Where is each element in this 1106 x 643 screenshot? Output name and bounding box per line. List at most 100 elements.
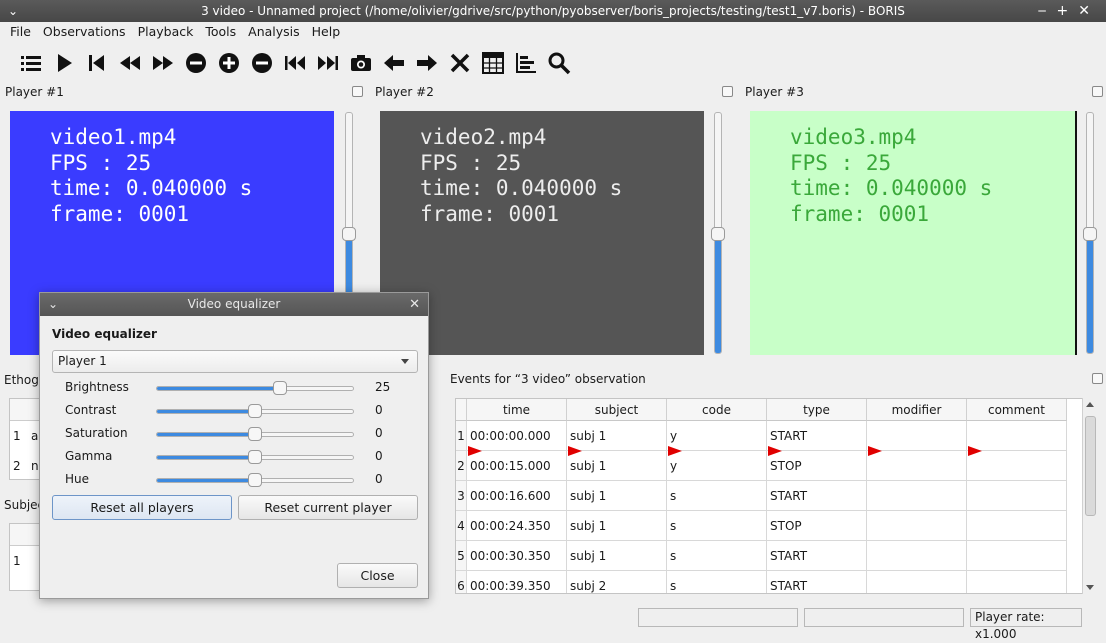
cell-subject[interactable]: subj 1 — [567, 421, 667, 451]
rewind-icon[interactable] — [113, 48, 146, 78]
gamma-slider-handle[interactable] — [248, 450, 262, 464]
brightness-slider-handle[interactable] — [272, 381, 287, 395]
minimize-icon[interactable]: ‒ — [1038, 3, 1057, 19]
cell-subject[interactable]: subj 1 — [567, 541, 667, 571]
cell-code[interactable]: y — [667, 451, 767, 481]
dialog-titlebar[interactable]: ⌄ Video equalizer ✕ — [40, 293, 428, 316]
cell-subject[interactable]: subj 1 — [567, 451, 667, 481]
column-header-subject[interactable]: subject — [567, 399, 667, 421]
cell-type[interactable]: STOP — [767, 451, 867, 481]
cell-code[interactable]: s — [667, 541, 767, 571]
frame-back-icon[interactable] — [377, 48, 410, 78]
cell-comment[interactable] — [967, 571, 1067, 593]
close-button[interactable]: Close — [337, 563, 418, 588]
cell-time[interactable]: 00:00:39.350 — [467, 571, 567, 593]
cell-comment[interactable] — [967, 421, 1067, 451]
hue-slider-handle[interactable] — [248, 473, 262, 487]
cell-type[interactable]: STOP — [767, 511, 867, 541]
table-row[interactable]: 5 00:00:30.350 subj 1 s START — [456, 541, 1067, 571]
previous-media-icon[interactable] — [278, 48, 311, 78]
column-header-modifier[interactable]: modifier — [867, 399, 967, 421]
cell-subject[interactable]: subj 1 — [567, 511, 667, 541]
jump-start-icon[interactable] — [80, 48, 113, 78]
menu-analysis[interactable]: Analysis — [242, 22, 306, 42]
cell-time[interactable]: 00:00:15.000 — [467, 451, 567, 481]
cell-subject[interactable]: subj 1 — [567, 481, 667, 511]
events-table[interactable]: time subject code type modifier comment … — [455, 398, 1097, 594]
reset-all-players-button[interactable]: Reset all players — [52, 495, 232, 520]
scrollbar-thumb[interactable] — [1085, 416, 1096, 516]
snapshot-icon[interactable] — [344, 48, 377, 78]
menu-file[interactable]: File — [4, 22, 37, 42]
undock-icon[interactable] — [352, 86, 363, 97]
cell-modifier[interactable] — [867, 571, 967, 593]
menu-help[interactable]: Help — [306, 22, 347, 42]
plot-icon[interactable] — [509, 48, 542, 78]
cell-time[interactable]: 00:00:00.000 — [467, 421, 567, 451]
cell-code[interactable]: s — [667, 511, 767, 541]
menu-observations[interactable]: Observations — [37, 22, 132, 42]
cell-modifier[interactable] — [867, 511, 967, 541]
column-header-time[interactable]: time — [467, 399, 567, 421]
menu-tools[interactable]: Tools — [199, 22, 242, 42]
contrast-slider-handle[interactable] — [248, 404, 262, 418]
next-media-icon[interactable] — [311, 48, 344, 78]
window-controls[interactable]: ‒+✕ — [1038, 0, 1100, 22]
play-icon[interactable] — [47, 48, 80, 78]
list-icon[interactable] — [14, 48, 47, 78]
cell-type[interactable]: START — [767, 481, 867, 511]
volume-slider-handle[interactable] — [1083, 227, 1097, 241]
cell-modifier[interactable] — [867, 481, 967, 511]
table-icon[interactable] — [476, 48, 509, 78]
column-header-comment[interactable]: comment — [967, 399, 1067, 421]
undock-icon[interactable] — [1092, 373, 1103, 384]
window-menu-icon[interactable]: ⌄ — [8, 0, 18, 22]
brightness-slider[interactable] — [156, 386, 354, 391]
frame-forward-icon[interactable] — [410, 48, 443, 78]
cell-type[interactable]: START — [767, 421, 867, 451]
cell-modifier[interactable] — [867, 451, 967, 481]
table-row[interactable]: 6 00:00:39.350 subj 2 s START — [456, 571, 1067, 593]
volume-slider-handle[interactable] — [342, 227, 356, 241]
saturation-slider-handle[interactable] — [248, 427, 262, 441]
scroll-up-icon[interactable] — [1086, 402, 1094, 407]
cell-comment[interactable] — [967, 451, 1067, 481]
close-icon[interactable] — [443, 48, 476, 78]
undock-icon[interactable] — [722, 86, 733, 97]
table-row[interactable]: 3 00:00:16.600 subj 1 s START — [456, 481, 1067, 511]
slower-icon[interactable] — [179, 48, 212, 78]
column-header-type[interactable]: type — [767, 399, 867, 421]
column-header-code[interactable]: code — [667, 399, 767, 421]
events-scrollbar[interactable] — [1082, 398, 1097, 594]
reset-current-player-button[interactable]: Reset current player — [238, 495, 418, 520]
chevron-down-icon[interactable]: ⌄ — [48, 293, 58, 316]
fast-forward-icon[interactable] — [146, 48, 179, 78]
player3-video[interactable]: video3.mp4 FPS : 25 time: 0.040000 s frame:… — [750, 111, 1075, 355]
cell-subject[interactable]: subj 2 — [567, 571, 667, 593]
search-icon[interactable] — [542, 48, 575, 78]
cell-code[interactable]: s — [667, 481, 767, 511]
faster-icon[interactable] — [212, 48, 245, 78]
cell-code[interactable]: y — [667, 421, 767, 451]
cell-comment[interactable] — [967, 541, 1067, 571]
cell-time[interactable]: 00:00:24.350 — [467, 511, 567, 541]
undock-icon[interactable] — [1092, 86, 1103, 97]
volume-slider-handle[interactable] — [711, 227, 725, 241]
close-window-icon[interactable]: ✕ — [1078, 3, 1100, 19]
player-select[interactable]: Player 1 — [52, 350, 418, 373]
maximize-icon[interactable]: + — [1057, 3, 1079, 19]
reset-speed-icon[interactable] — [245, 48, 278, 78]
cell-comment[interactable] — [967, 511, 1067, 541]
table-row[interactable]: 4 00:00:24.350 subj 1 s STOP — [456, 511, 1067, 541]
cell-modifier[interactable] — [867, 421, 967, 451]
cell-comment[interactable] — [967, 481, 1067, 511]
cell-modifier[interactable] — [867, 541, 967, 571]
menu-playback[interactable]: Playback — [132, 22, 200, 42]
cell-type[interactable]: START — [767, 571, 867, 593]
scroll-down-icon[interactable] — [1086, 585, 1094, 590]
close-icon[interactable]: ✕ — [409, 293, 420, 316]
cell-code[interactable]: s — [667, 571, 767, 593]
cell-type[interactable]: START — [767, 541, 867, 571]
cell-time[interactable]: 00:00:16.600 — [467, 481, 567, 511]
cell-time[interactable]: 00:00:30.350 — [467, 541, 567, 571]
